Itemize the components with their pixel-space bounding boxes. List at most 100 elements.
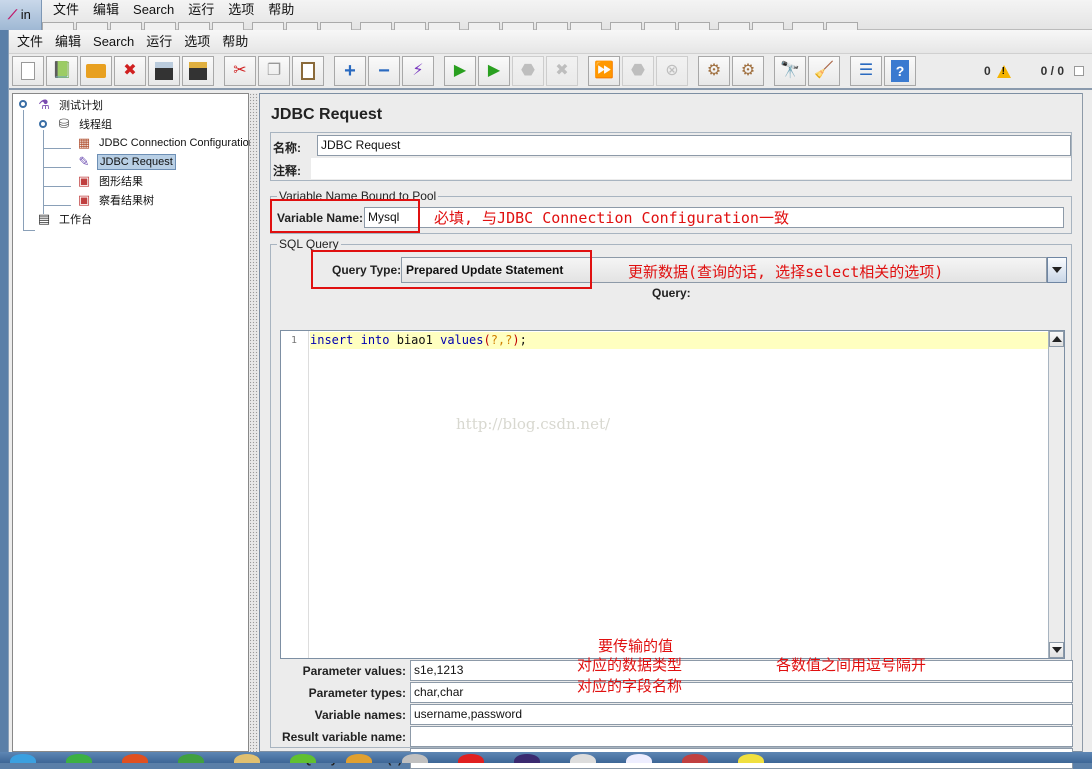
name-input[interactable]: JDBC Request — [317, 135, 1071, 156]
taskbar-archive-icon[interactable] — [346, 753, 372, 763]
tree-node-graph-results[interactable]: ▣ 图形结果 — [75, 172, 145, 190]
panel-vertical-scrollbar[interactable] — [1082, 93, 1092, 752]
result-variable-name-input[interactable] — [410, 726, 1073, 747]
background-menubar: 文件 编辑 Search 运行 选项 帮助 — [46, 1, 301, 19]
tree-node-jdbc-request[interactable]: ✎ JDBC Request — [75, 153, 176, 171]
graph-listener-icon: ▣ — [77, 173, 91, 188]
start-button[interactable]: ▶ — [444, 56, 476, 86]
bg-menu-search[interactable]: Search — [126, 1, 181, 19]
function-helper-button[interactable]: ☰ — [850, 56, 882, 86]
editor-vertical-scrollbar[interactable] — [1048, 331, 1064, 658]
tree-node-test-plan[interactable]: ⚗ 测试计划 — [35, 96, 105, 114]
panel-title: JDBC Request — [271, 106, 383, 123]
paste-button[interactable] — [292, 56, 324, 86]
search-button[interactable]: 🔭 — [774, 56, 806, 86]
taskbar-ie-icon[interactable] — [10, 753, 36, 763]
taskbar-firefox-icon[interactable] — [122, 753, 148, 763]
scissors-icon: ✂ — [233, 62, 247, 79]
tree-expand-handle[interactable] — [39, 120, 47, 128]
remote-stop-button[interactable]: ⬣ — [622, 56, 654, 86]
remote-start-button[interactable]: ⏩ — [588, 56, 620, 86]
menu-edit[interactable]: 编辑 — [49, 31, 87, 53]
open-button[interactable] — [80, 56, 112, 86]
plus-icon: + — [344, 60, 356, 82]
collapse-button[interactable]: − — [368, 56, 400, 86]
taskbar-green-app-icon[interactable] — [290, 753, 316, 763]
templates-button[interactable]: 📗 — [46, 56, 78, 86]
scroll-up-button[interactable] — [1049, 331, 1064, 347]
taskbar-chrome-icon[interactable] — [66, 753, 92, 763]
bg-menu-options[interactable]: 选项 — [221, 1, 261, 19]
variable-names-label: Variable names: — [314, 708, 406, 722]
menu-file[interactable]: 文件 — [11, 31, 49, 53]
new-file-icon — [21, 62, 35, 80]
menu-search[interactable]: Search — [87, 31, 140, 53]
arrow-down-icon — [1051, 647, 1062, 653]
remote-shutdown-button[interactable]: ⊗ — [656, 56, 688, 86]
warning-icon[interactable] — [996, 64, 1011, 78]
query-type-annotation: 更新数据(查询的话, 选择select相关的选项) — [628, 263, 944, 281]
cut-button[interactable]: ✂ — [224, 56, 256, 86]
bg-menu-edit[interactable]: 编辑 — [86, 1, 126, 19]
start-no-pauses-button[interactable]: ▶ — [478, 56, 510, 86]
taskbar-app-icon[interactable] — [178, 753, 204, 763]
taskbar-eclipse-icon[interactable] — [514, 753, 540, 763]
menu-help[interactable]: 帮助 — [216, 31, 254, 53]
code-params: ?,? — [490, 333, 513, 347]
templates-icon: 📗 — [52, 62, 72, 79]
toggle-button[interactable]: ⚡ — [402, 56, 434, 86]
test-plan-flask-icon: ⚗ — [38, 97, 50, 112]
close-button[interactable]: ✖ — [114, 56, 146, 86]
bg-menu-help[interactable]: 帮助 — [261, 1, 301, 19]
query-code-line[interactable]: insert into biao1 values(?,?); — [310, 332, 1048, 349]
thread-group-spool-icon: ⛁ — [58, 116, 70, 131]
tree-node-view-results-tree[interactable]: ▣ 察看结果树 — [75, 191, 156, 209]
bg-menu-file[interactable]: 文件 — [46, 1, 86, 19]
code-semicolon: ; — [519, 333, 527, 347]
shutdown-button[interactable]: ✖ — [546, 56, 578, 86]
tree-node-workbench[interactable]: ▤ 工作台 — [35, 210, 94, 228]
parameter-values-input[interactable]: s1e,1213 — [410, 660, 1073, 681]
parameter-types-input[interactable]: char,char — [410, 682, 1073, 703]
shutdown-icon: ✖ — [555, 62, 569, 79]
help-button[interactable]: ? — [884, 56, 916, 86]
comment-label: 注释: — [273, 164, 301, 178]
comment-input[interactable] — [311, 158, 1071, 179]
reset-search-button[interactable]: 🧹 — [808, 56, 840, 86]
error-count: 0 — [983, 64, 991, 78]
split-pane-divider[interactable] — [250, 93, 258, 752]
copy-icon: ❐ — [266, 62, 282, 79]
new-button[interactable] — [12, 56, 44, 86]
parameter-values-annotation: 要传输的值 — [598, 637, 674, 655]
expand-button[interactable]: + — [334, 56, 366, 86]
taskbar-folder-icon[interactable] — [234, 753, 260, 763]
taskbar-app-icon[interactable] — [682, 753, 708, 763]
save-as-button[interactable] — [182, 56, 214, 86]
variable-names-input[interactable]: username,password — [410, 704, 1073, 725]
clear-button[interactable]: ⚙ — [698, 56, 730, 86]
save-button[interactable] — [148, 56, 180, 86]
background-window-title[interactable]: ⟋ in — [0, 0, 42, 30]
stop-button[interactable]: ⬣ — [512, 56, 544, 86]
tree-expand-handle[interactable] — [19, 100, 27, 108]
copy-button[interactable]: ❐ — [258, 56, 290, 86]
tree-node-jdbc-connection-configuration[interactable]: ▦ JDBC Connection Configuration — [75, 134, 257, 152]
query-type-dropdown-button[interactable] — [1047, 257, 1067, 283]
scroll-down-button[interactable] — [1049, 642, 1064, 658]
menu-options[interactable]: 选项 — [178, 31, 216, 53]
taskbar-mail-icon[interactable] — [626, 753, 652, 763]
menu-run[interactable]: 运行 — [140, 31, 178, 53]
menubar: 文件 编辑 Search 运行 选项 帮助 — [9, 30, 1092, 54]
taskbar-app-icon[interactable] — [738, 753, 764, 763]
bg-menu-run[interactable]: 运行 — [181, 1, 221, 19]
taskbar-app-icon[interactable] — [402, 753, 428, 763]
play-no-timers-icon: ▶ — [487, 62, 501, 79]
taskbar-app-icon[interactable] — [570, 753, 596, 763]
taskbar-red-app-icon[interactable] — [458, 753, 484, 763]
query-editor[interactable]: 1 insert into biao1 values(?,?); http://… — [280, 330, 1065, 659]
line-number: 1 — [290, 335, 297, 346]
background-window: ⟋ in 文件 编辑 Search 运行 选项 帮助 — [0, 0, 1092, 30]
clear-all-button[interactable]: ⚙ — [732, 56, 764, 86]
name-comment-box: 名称: JDBC Request 注释: — [270, 132, 1072, 181]
tree-node-thread-group[interactable]: ⛁ 线程组 — [55, 115, 114, 133]
